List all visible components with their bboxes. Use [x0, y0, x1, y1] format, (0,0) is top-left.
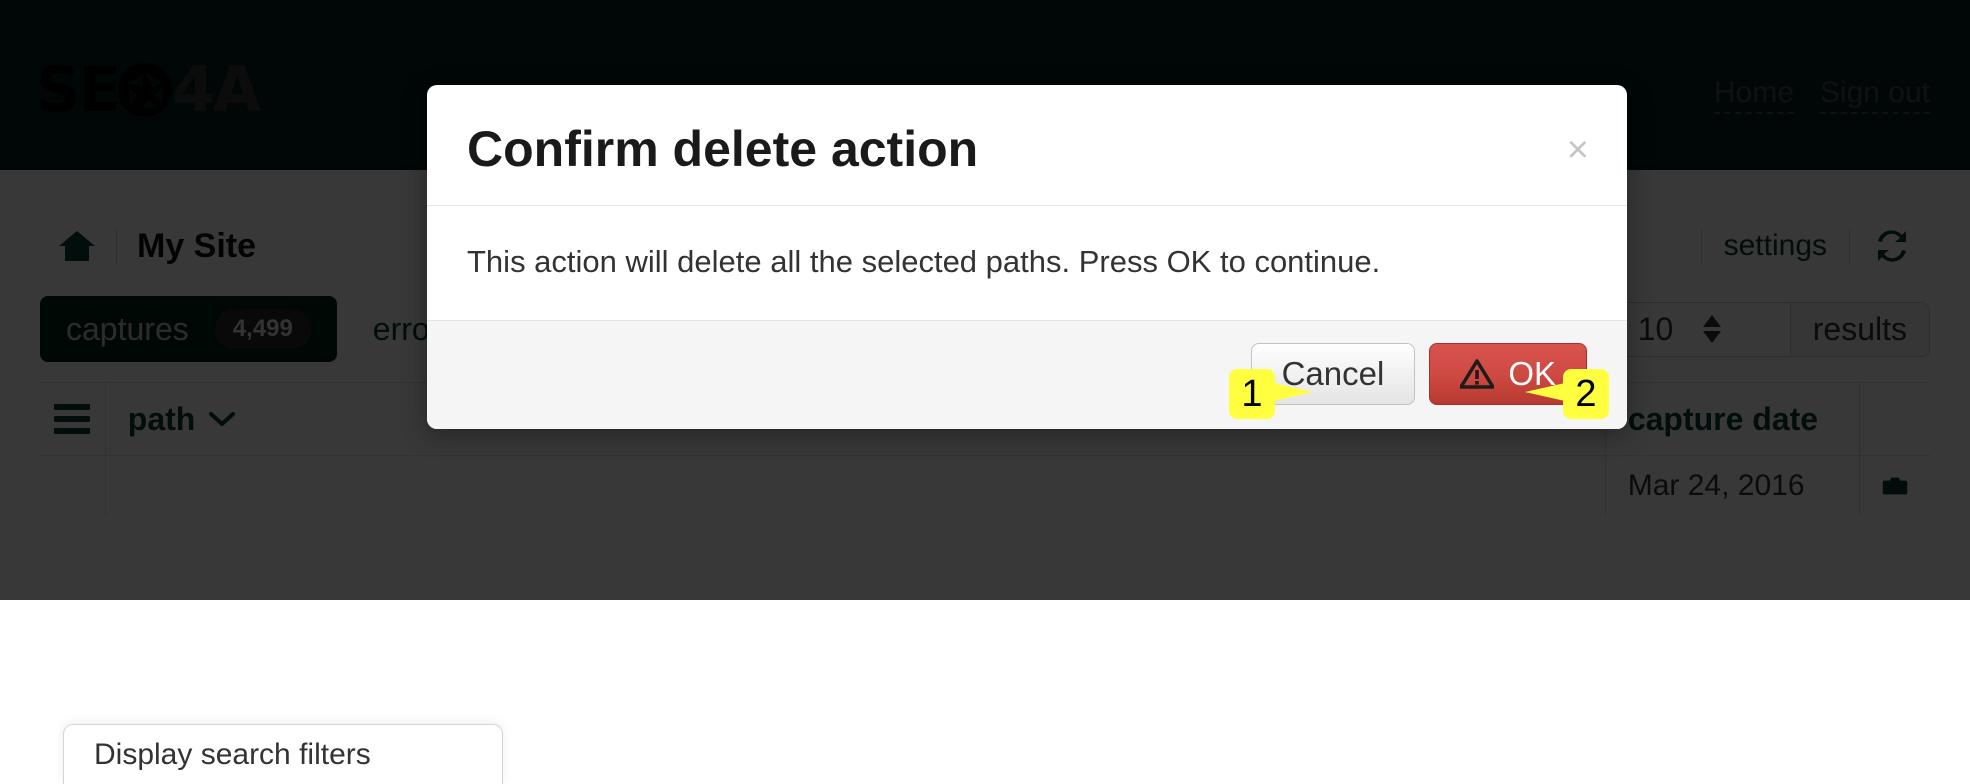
- close-icon[interactable]: ×: [1567, 131, 1589, 169]
- annotation-marker-2-tail: [1525, 383, 1565, 401]
- annotation-marker-1-label: 1: [1241, 373, 1263, 415]
- dialog-message: This action will delete all the selected…: [467, 244, 1381, 279]
- search-filters-popover[interactable]: Display search filters: [63, 724, 503, 784]
- annotation-marker-1-tail: [1273, 383, 1313, 401]
- page-title: Confirm delete action: [467, 121, 979, 177]
- annotation-marker-1: 1: [1229, 369, 1313, 419]
- search-filters-label: Display search filters: [94, 737, 371, 771]
- annotation-marker-2-label: 2: [1575, 373, 1597, 415]
- dialog-footer: Cancel OK: [427, 320, 1627, 430]
- warning-triangle-icon: [1460, 359, 1495, 390]
- dialog-header: Confirm delete action ×: [427, 85, 1627, 206]
- annotation-marker-2: 2: [1525, 369, 1609, 419]
- confirm-delete-dialog: Confirm delete action × This action will…: [427, 85, 1627, 430]
